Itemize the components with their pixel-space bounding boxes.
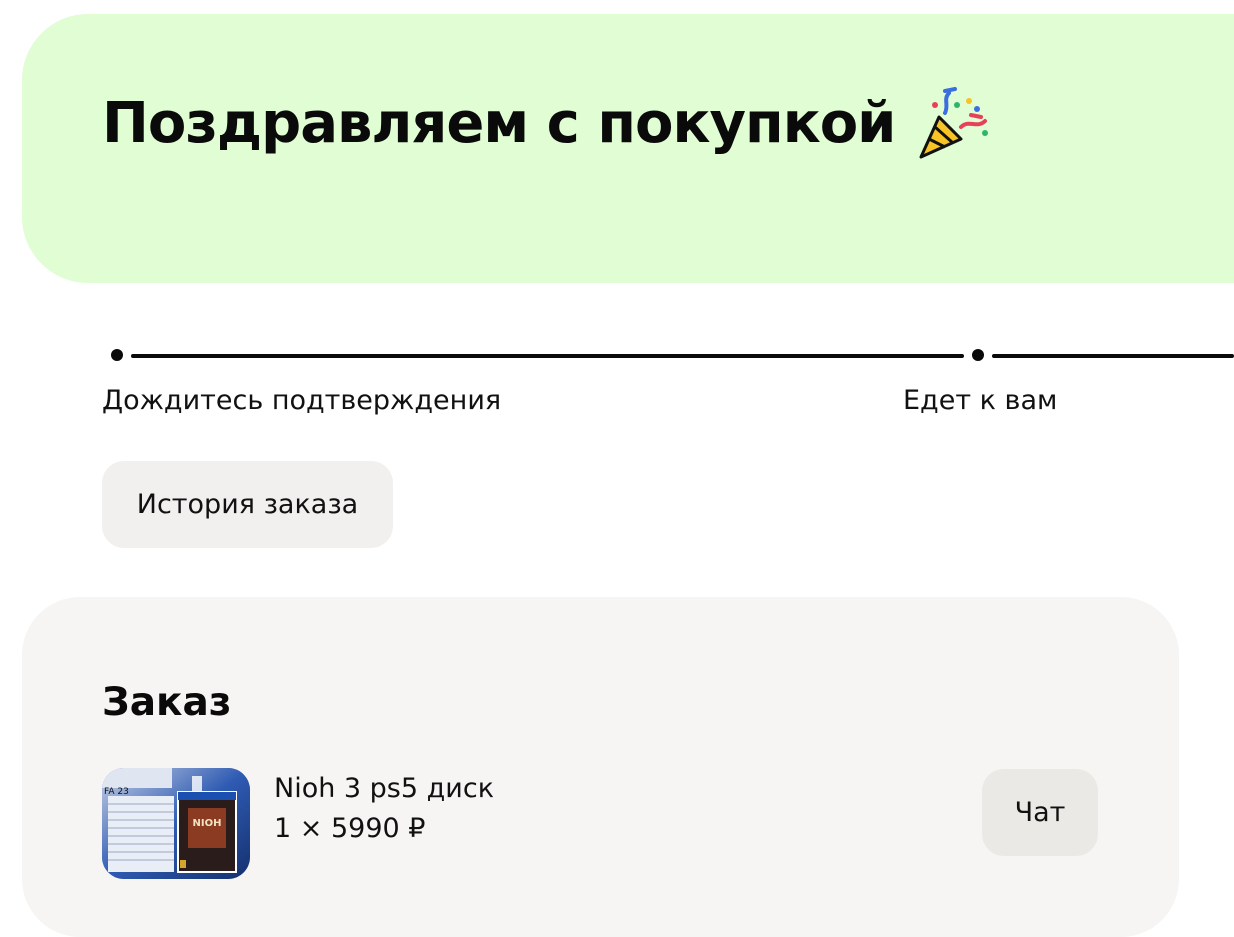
- progress-dot-delivery: [972, 349, 984, 361]
- progress-line-1: [131, 354, 964, 358]
- congrats-heading: Поздравляем с покупкой: [102, 86, 993, 162]
- product-price: 1 × 5990 ₽: [274, 813, 426, 844]
- step-label-confirmation: Дождитесь подтверждения: [102, 385, 502, 416]
- progress-line-2: [992, 354, 1234, 358]
- product-photo: FA 23 NIOH: [102, 768, 250, 879]
- product-thumbnail[interactable]: FA 23 NIOH: [102, 768, 250, 879]
- svg-text:FA 23: FA 23: [104, 787, 129, 797]
- order-card: [22, 597, 1179, 937]
- product-name[interactable]: Nioh 3 ps5 диск: [274, 770, 494, 808]
- order-history-button[interactable]: История заказа: [102, 461, 393, 548]
- progress-dot-confirmation: [111, 349, 123, 361]
- congrats-title: Поздравляем с покупкой: [102, 91, 896, 156]
- order-title: Заказ: [102, 680, 232, 725]
- order-progress: [102, 340, 1234, 370]
- party-popper-icon: [919, 87, 989, 159]
- chat-button[interactable]: Чат: [982, 769, 1098, 856]
- svg-text:NIOH: NIOH: [193, 818, 222, 829]
- step-label-delivery: Едет к вам: [903, 385, 1058, 416]
